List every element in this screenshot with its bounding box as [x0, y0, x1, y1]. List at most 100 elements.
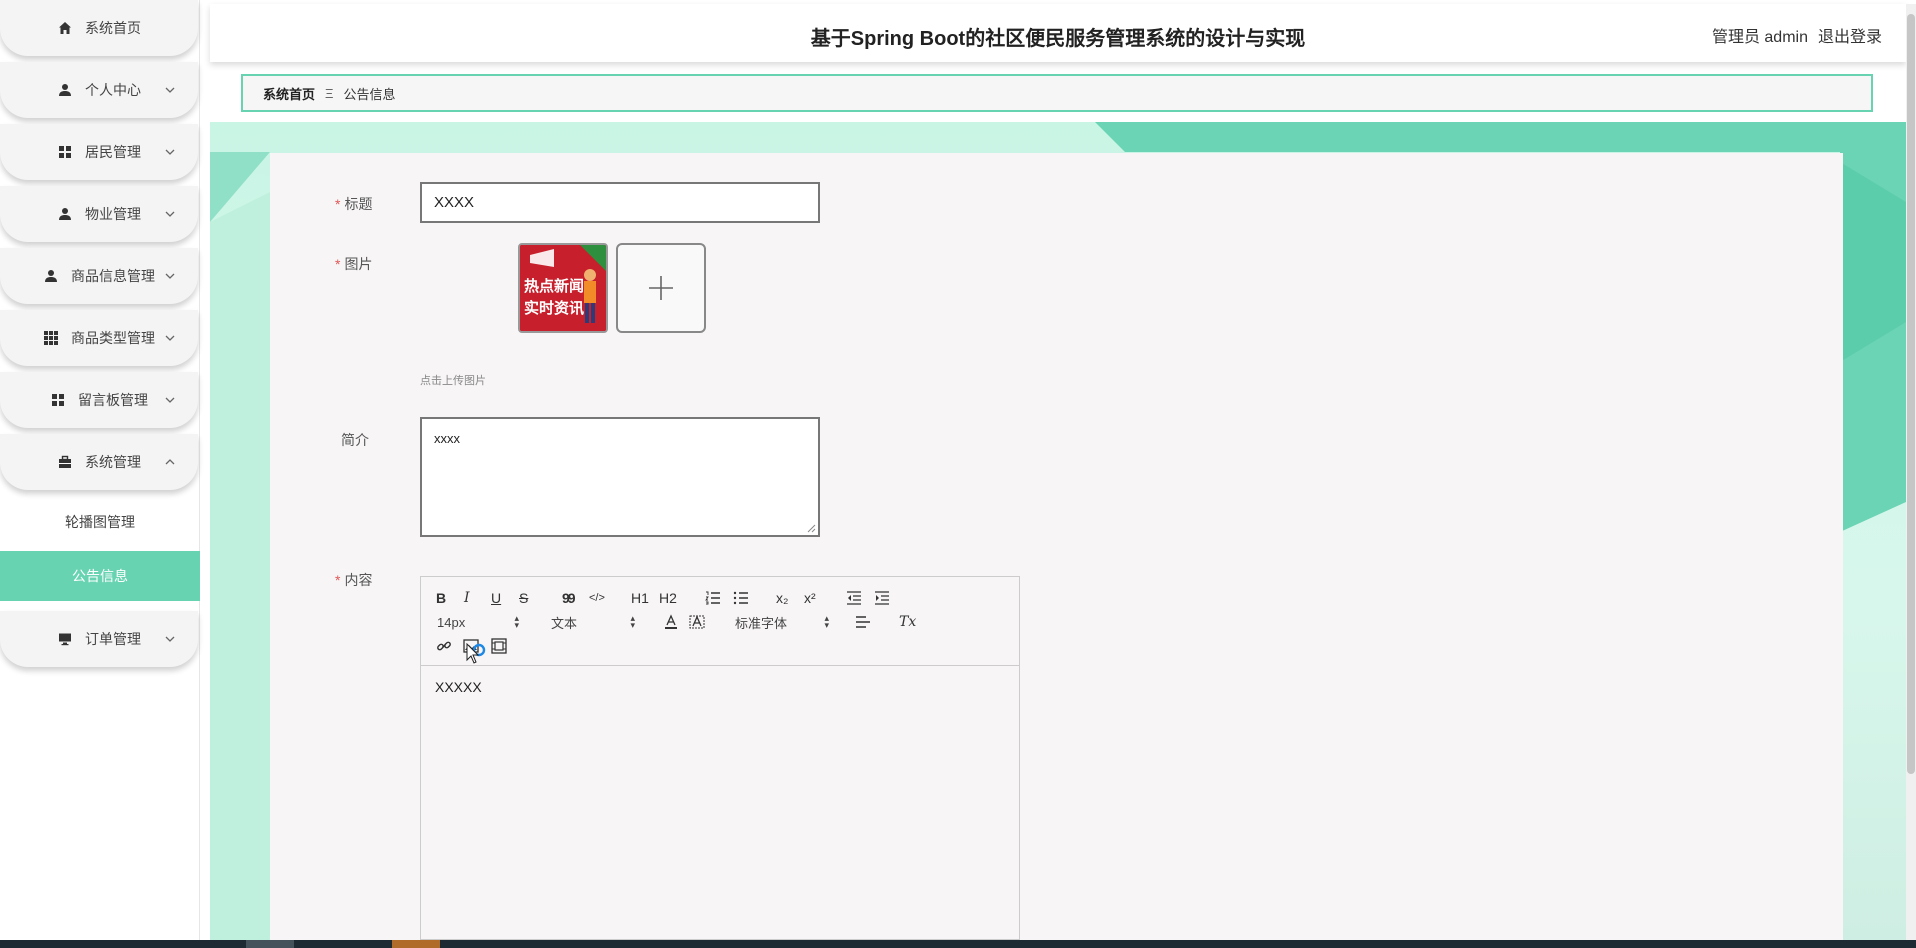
required-marker: *: [335, 256, 341, 272]
intro-value: xxxx: [434, 431, 460, 446]
mouse-cursor-icon: [466, 643, 486, 664]
text-color-icon: [665, 614, 677, 629]
image-label: * 图片: [335, 254, 372, 274]
taskbar-item[interactable]: [246, 940, 294, 948]
intro-label: 简介: [341, 432, 369, 448]
sidebar-item-label: 个人中心: [85, 82, 141, 98]
sidebar-item-label: 物业管理: [85, 206, 141, 222]
font-family-select[interactable]: 标准字体 ▴ ▾: [735, 612, 829, 632]
chevron-down-icon: [165, 87, 175, 93]
page-scrollbar[interactable]: [1906, 4, 1916, 940]
uploaded-image-thumbnail[interactable]: 热点新闻 实时资讯: [518, 243, 608, 333]
required-marker: *: [335, 572, 341, 588]
sidebar-item-message-board[interactable]: 留言板管理: [0, 372, 198, 428]
sidebar-item-label: 订单管理: [85, 631, 141, 647]
sidebar-item-orders[interactable]: 订单管理: [0, 611, 198, 667]
monitor-icon: [57, 631, 73, 647]
header-1-button[interactable]: H1: [631, 588, 649, 608]
sidebar-item-label: 留言板管理: [78, 392, 148, 408]
title-input[interactable]: XXXX: [420, 182, 820, 223]
align-left-icon: [856, 616, 870, 628]
sidebar-item-home[interactable]: 系统首页: [0, 0, 198, 56]
breadcrumb-separator: Ξ: [325, 85, 334, 101]
required-marker: *: [335, 196, 341, 212]
header-style-select[interactable]: 文本 ▴ ▾: [551, 612, 635, 632]
home-icon: [57, 20, 73, 36]
bullet-list-button[interactable]: [733, 588, 749, 608]
grid-icon: [57, 144, 73, 160]
sidebar-item-label: 商品类型管理: [71, 330, 155, 346]
user-label: 管理员 admin: [1711, 29, 1808, 46]
font-family-value: 标准字体: [735, 615, 788, 631]
chevron-down-icon: [165, 636, 175, 642]
font-size-select[interactable]: 14px ▴ ▾: [437, 612, 519, 632]
insert-video-button[interactable]: [491, 636, 507, 656]
sidebar-item-property[interactable]: 物业管理: [0, 186, 198, 242]
outdent-icon: [847, 591, 861, 605]
blockquote-button[interactable]: 99: [562, 588, 576, 608]
chevron-up-icon: [165, 459, 175, 465]
header-style-value: 文本: [551, 615, 578, 631]
font-size-value: 14px: [437, 614, 466, 630]
link-button[interactable]: [436, 636, 452, 656]
text-color-button[interactable]: [663, 612, 679, 632]
editor-content[interactable]: XXXXX: [435, 679, 482, 695]
editor-toolbar: B I U S 99 </> H1 H2 x₂ x² 14px ▴ ▾ 文本 ▴ ▾ 标…: [421, 577, 1019, 666]
background-color-icon: [689, 615, 705, 629]
bold-button[interactable]: B: [436, 588, 446, 608]
sidebar: 系统首页 个人中心 居民管理 物业管理 商品信息管理 商品类型管理 留言板管理 …: [0, 0, 200, 940]
taskbar-item[interactable]: [392, 940, 440, 948]
grid-icon: [50, 392, 66, 408]
code-block-button[interactable]: </>: [589, 588, 605, 608]
ordered-list-icon: [705, 591, 720, 605]
sidebar-item-residents[interactable]: 居民管理: [0, 124, 198, 180]
scrollbar-thumb[interactable]: [1907, 14, 1915, 774]
news-image: 热点新闻 实时资讯: [520, 245, 606, 331]
chevron-down-icon: [165, 335, 175, 341]
plus-icon: [649, 276, 673, 300]
sidebar-subitem-carousel[interactable]: 轮播图管理: [0, 497, 200, 547]
subscript-button[interactable]: x₂: [776, 588, 788, 608]
thumb-text-2: 实时资讯: [524, 299, 584, 317]
logout-button[interactable]: 退出登录: [1818, 29, 1882, 46]
os-taskbar: [0, 940, 1916, 948]
bullet-list-icon: [733, 591, 748, 605]
page-title: 基于Spring Boot的社区便民服务管理系统的设计与实现: [810, 28, 1306, 50]
intro-textarea[interactable]: xxxx: [420, 417, 820, 537]
breadcrumb-home[interactable]: 系统首页: [263, 84, 315, 103]
sidebar-item-system[interactable]: 系统管理: [0, 434, 198, 490]
select-arrows-icon: ▴ ▾: [630, 613, 635, 630]
video-icon: [491, 638, 507, 654]
content-label-text: 内容: [344, 572, 373, 588]
sidebar-item-goods-info[interactable]: 商品信息管理: [0, 248, 198, 304]
user-icon: [57, 82, 73, 98]
align-button[interactable]: [855, 612, 871, 632]
apps-icon: [43, 330, 59, 346]
underline-button[interactable]: U: [491, 588, 501, 608]
rich-text-editor: B I U S 99 </> H1 H2 x₂ x² 14px ▴ ▾ 文本 ▴ ▾ 标…: [420, 576, 1020, 940]
chevron-down-icon: [165, 397, 175, 403]
italic-button[interactable]: I: [464, 588, 470, 608]
sidebar-item-label: 商品信息管理: [71, 268, 155, 284]
strike-button[interactable]: S: [519, 588, 528, 608]
header-2-button[interactable]: H2: [659, 588, 677, 608]
background-color-button[interactable]: [689, 612, 705, 632]
superscript-button[interactable]: x²: [804, 588, 816, 608]
sidebar-item-goods-type[interactable]: 商品类型管理: [0, 310, 198, 366]
top-header: 基于Spring Boot的社区便民服务管理系统的设计与实现 管理员 admin…: [210, 4, 1906, 62]
content-label: * 内容: [335, 570, 372, 590]
ordered-list-button[interactable]: [705, 588, 721, 608]
upload-image-button[interactable]: [616, 243, 706, 333]
indent-button[interactable]: [874, 588, 890, 608]
resize-grip-icon[interactable]: [806, 523, 816, 533]
sidebar-subitem-notice[interactable]: 公告信息: [0, 551, 200, 601]
clear-format-button[interactable]: Tx: [899, 612, 916, 632]
briefcase-icon: [57, 454, 73, 470]
sidebar-item-label: 系统首页: [85, 20, 141, 36]
title-label: * 标题: [335, 194, 372, 214]
sidebar-item-personal[interactable]: 个人中心: [0, 62, 198, 118]
outdent-button[interactable]: [846, 588, 862, 608]
thumb-text-1: 热点新闻: [524, 277, 584, 295]
breadcrumb: 系统首页 Ξ 公告信息: [241, 74, 1873, 112]
chevron-down-icon: [165, 149, 175, 155]
